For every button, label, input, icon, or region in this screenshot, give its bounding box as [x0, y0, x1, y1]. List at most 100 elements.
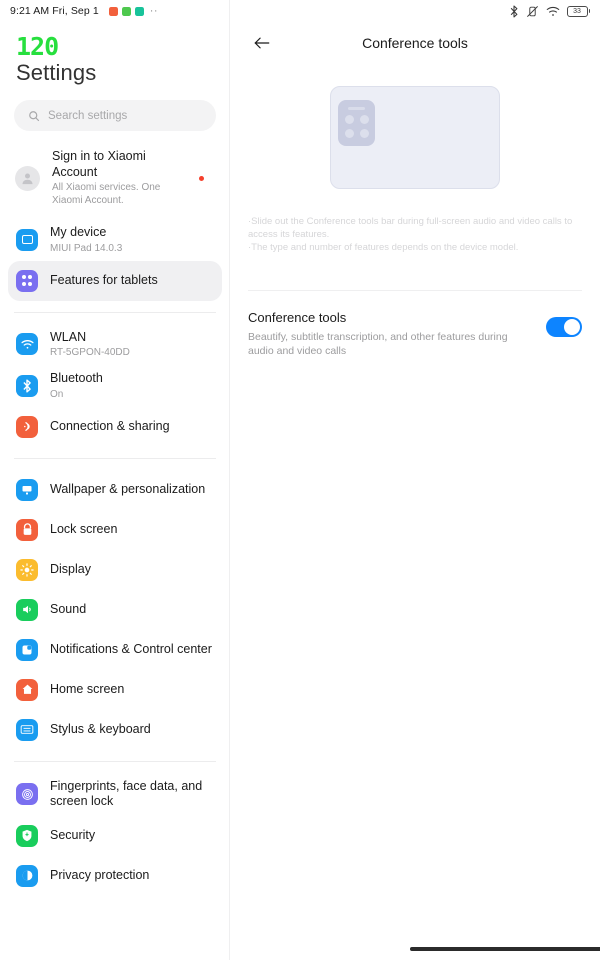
battery-cap-icon	[588, 9, 590, 13]
illustration-dot	[344, 114, 354, 124]
settings-screen: 9:21 AM Fri, Sep 1 ·· 120 Settings Searc…	[0, 0, 600, 960]
illustration-wrapper	[230, 86, 600, 189]
account-red-dot-badge	[199, 175, 204, 181]
connectivity-group: WLAN RT-5GPON-40DD Bluetooth On Connecti…	[0, 324, 230, 447]
refresh-rate-badge: 120	[16, 32, 59, 61]
illustration-dot	[359, 128, 369, 138]
grid-dots-icon	[16, 269, 38, 292]
wifi-icon	[546, 6, 559, 16]
sidebar-sub-wlan: RT-5GPON-40DD	[50, 347, 130, 358]
status-clock: 9:21 AM Fri, Sep 1	[10, 5, 99, 17]
sidebar-item-display[interactable]: Display	[8, 550, 222, 590]
sidebar-item-wallpaper[interactable]: Wallpaper & personalization	[8, 470, 222, 510]
battery-indicator: 33	[566, 5, 590, 17]
sidebar-sub-bluetooth: On	[50, 388, 64, 400]
sidebar-item-my-device[interactable]: My device MIUI Pad 14.0.3	[8, 219, 222, 261]
sidebar-label-bluetooth: Bluetooth	[50, 371, 103, 385]
sidebar-item-home-screen[interactable]: Home screen	[8, 670, 222, 710]
sidebar-item-fingerprints[interactable]: Fingerprints, face data, and screen lock	[8, 773, 222, 816]
notifications-text: Notifications & Control center	[50, 642, 212, 658]
settings-sidebar: 9:21 AM Fri, Sep 1 ·· 120 Settings Searc…	[0, 0, 230, 960]
conference-tools-toggle[interactable]	[546, 317, 582, 337]
sidebar-item-privacy-protection[interactable]: Privacy protection	[8, 856, 222, 896]
home-screen-text: Home screen	[50, 682, 212, 698]
bluetooth-glyph-icon	[23, 379, 31, 393]
sidebar-sub-my-device: MIUI Pad 14.0.3	[50, 242, 123, 254]
illustration-dot	[359, 114, 369, 124]
bottom-scrollbar-thumb[interactable]	[410, 947, 600, 951]
sidebar-item-notifications[interactable]: Notifications & Control center	[8, 630, 222, 670]
fingerprint-icon	[16, 783, 38, 805]
sidebar-label-my-device: My device	[50, 225, 107, 239]
description-line-1: ·Slide out the Conference tools bar duri…	[248, 216, 573, 240]
sidebar-item-xiaomi-account[interactable]: Sign in to Xiaomi Account All Xiaomi ser…	[8, 143, 222, 213]
illustration-dot-grid	[338, 114, 375, 138]
sound-text: Sound	[50, 602, 212, 618]
sidebar-label-home-screen: Home screen	[50, 681, 125, 696]
sidebar-item-wlan[interactable]: WLAN RT-5GPON-40DD	[8, 324, 222, 366]
sidebar-label-wlan: WLAN	[50, 329, 87, 344]
sidebar-item-stylus-keyboard[interactable]: Stylus & keyboard	[8, 710, 222, 750]
notification-app-orange-icon	[108, 6, 118, 16]
description-line-2: ·The type and number of features depends…	[248, 242, 519, 253]
page-title: Settings	[16, 60, 97, 85]
sidebar-label-fingerprints: Fingerprints, face data, and screen lock	[50, 778, 203, 809]
sidebar-label-display: Display	[50, 561, 91, 576]
search-icon	[29, 110, 40, 121]
status-bar-left: 9:21 AM Fri, Sep 1 ··	[0, 0, 230, 22]
search-placeholder: Search settings	[48, 109, 128, 122]
privacy-glyph-icon	[22, 870, 32, 881]
toggle-knob	[564, 319, 580, 335]
bottom-scrollbar-track[interactable]	[410, 947, 600, 951]
notification-app-teal-icon	[134, 6, 144, 16]
personalization-group: Wallpaper & personalization Lock screen	[0, 470, 230, 750]
features-text: Features for tablets	[50, 273, 212, 289]
illustration-handle	[348, 107, 365, 110]
wlan-text: WLAN RT-5GPON-40DD	[50, 330, 212, 360]
search-input[interactable]: Search settings	[14, 100, 216, 131]
stylus-keyboard-text: Stylus & keyboard	[50, 722, 212, 738]
notification-app-green-icon	[121, 6, 131, 16]
vibrate-off-icon	[526, 5, 538, 17]
sidebar-list: Sign in to Xiaomi Account All Xiaomi ser…	[0, 143, 230, 896]
person-avatar-icon	[15, 165, 40, 191]
wifi-icon	[16, 333, 38, 356]
wifi-glyph-icon	[20, 339, 34, 349]
home-glyph-icon	[22, 684, 32, 694]
shield-icon	[16, 824, 38, 847]
sidebar-label-connection-sharing: Connection & sharing	[50, 418, 170, 433]
conference-tools-setting-row[interactable]: Conference tools Beautify, subtitle tran…	[230, 291, 600, 358]
sidebar-item-lock-screen[interactable]: Lock screen	[8, 510, 222, 550]
bluetooth-text: Bluetooth On	[50, 371, 212, 401]
lock-icon	[16, 518, 38, 541]
account-title: Sign in to Xiaomi Account	[52, 149, 146, 179]
setting-title: Conference tools	[248, 310, 347, 325]
sidebar-item-security[interactable]: Security	[8, 816, 222, 856]
connection-sharing-text: Connection & sharing	[50, 419, 212, 435]
privacy-icon	[16, 864, 38, 887]
sidebar-label-features-for-tablets: Features for tablets	[50, 272, 158, 287]
wallpaper-glyph-icon	[22, 485, 32, 494]
sidebar-item-sound[interactable]: Sound	[8, 590, 222, 630]
content-title: Conference tools	[362, 35, 468, 51]
brightness-icon	[16, 558, 38, 581]
lock-glyph-icon	[23, 523, 31, 535]
bluetooth-icon	[16, 374, 38, 397]
keyboard-glyph-icon	[20, 725, 34, 734]
sidebar-item-features-for-tablets[interactable]: Features for tablets	[8, 260, 222, 301]
sidebar-divider-3	[14, 760, 216, 762]
sidebar-item-bluetooth[interactable]: Bluetooth On	[8, 365, 222, 407]
brightness-glyph-icon	[20, 562, 34, 577]
notifications-icon	[16, 638, 38, 661]
my-device-text: My device MIUI Pad 14.0.3	[50, 225, 212, 255]
illustration-dot	[344, 128, 354, 138]
back-arrow-icon	[254, 37, 270, 49]
security-group: Fingerprints, face data, and screen lock…	[0, 773, 230, 896]
account-text: Sign in to Xiaomi Account All Xiaomi ser…	[52, 149, 187, 207]
conference-tools-panel: 33 Conference tools ·Slide out the Confe…	[230, 0, 600, 960]
back-button[interactable]	[248, 29, 276, 57]
shield-glyph-icon	[22, 829, 32, 842]
wallpaper-icon	[16, 478, 38, 501]
sidebar-item-connection-sharing[interactable]: Connection & sharing	[8, 407, 222, 447]
battery-level-label: 33	[566, 5, 588, 17]
